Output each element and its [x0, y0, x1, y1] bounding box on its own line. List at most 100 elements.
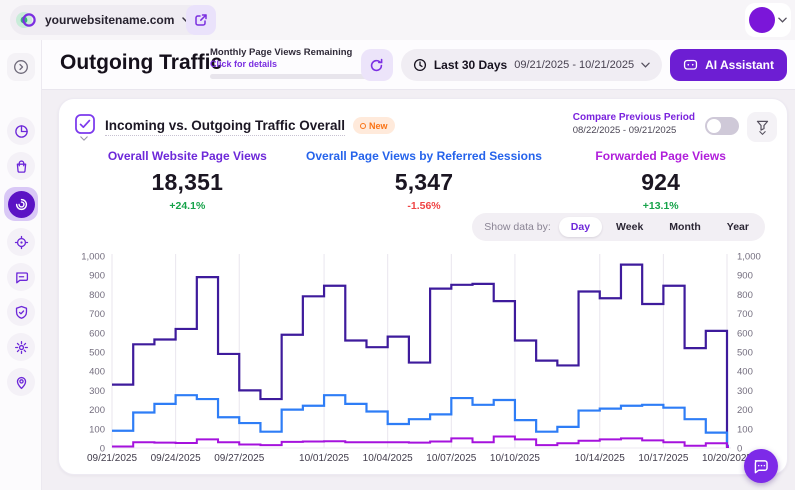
compare-previous-period: Compare Previous Period 08/22/2025 - 09/… [573, 112, 695, 136]
website-name: yourwebsitename.com [45, 13, 174, 27]
pie-chart-icon [14, 124, 29, 139]
sidebar-item-outgoing-traffic[interactable] [4, 187, 38, 221]
quota-label: Monthly Page Views Remaining [210, 47, 352, 58]
support-chat-fab[interactable] [744, 449, 778, 483]
tab-day[interactable]: Day [559, 217, 602, 237]
chat-bubble-icon [14, 270, 29, 285]
compare-toggle[interactable] [705, 117, 739, 135]
tab-year[interactable]: Year [715, 217, 761, 237]
show-data-by-label: Show data by: [484, 221, 551, 233]
sidebar-collapse-button[interactable] [7, 53, 35, 81]
svg-text:0: 0 [737, 444, 742, 455]
svg-text:500: 500 [737, 348, 753, 359]
badge-label: New [369, 121, 388, 131]
svg-text:900: 900 [737, 271, 753, 282]
sidebar [0, 40, 42, 490]
svg-text:1,000: 1,000 [737, 252, 761, 263]
svg-text:09/24/2025: 09/24/2025 [151, 453, 201, 464]
metric-value: 5,347 [306, 169, 543, 196]
page-header: Outgoing Traffic Monthly Page Views Rema… [42, 40, 795, 90]
metric-delta: +24.1% [69, 200, 306, 212]
chart-widget-icon [74, 113, 96, 135]
chevron-down-icon [759, 131, 766, 135]
sidebar-item-locations[interactable] [7, 368, 35, 396]
sidebar-item-store[interactable] [7, 152, 35, 180]
chevron-down-icon [641, 62, 650, 68]
svg-text:600: 600 [89, 328, 105, 339]
svg-text:09/21/2025: 09/21/2025 [87, 453, 137, 464]
sidebar-item-settings[interactable] [7, 333, 35, 361]
svg-text:10/01/2025: 10/01/2025 [299, 453, 349, 464]
traffic-chart-container: 09/21/2025 09/24/2025 09/27/2025 10/01/2025… [59, 245, 789, 473]
date-range-selector[interactable]: Last 30 Days 09/21/2025 - 10/21/2025 [401, 49, 662, 81]
svg-text:1,000: 1,000 [81, 252, 105, 263]
svg-text:100: 100 [89, 424, 105, 435]
compare-range: 08/22/2025 - 09/21/2025 [573, 125, 695, 136]
svg-text:700: 700 [737, 309, 753, 320]
filter-button[interactable] [747, 112, 777, 142]
metric-overall-website-page-views: Overall Website Page Views 18,351 +24.1% [69, 149, 306, 212]
metrics-row: Overall Website Page Views 18,351 +24.1%… [69, 149, 779, 212]
chevron-down-icon [778, 17, 787, 23]
website-selector[interactable]: yourwebsitename.com [10, 5, 204, 35]
clock-icon [413, 58, 427, 72]
ai-assistant-label: AI Assistant [705, 58, 774, 72]
svg-text:10/10/2025: 10/10/2025 [490, 453, 540, 464]
ai-assistant-button[interactable]: AI Assistant [670, 49, 787, 81]
header-controls: Last 30 Days 09/21/2025 - 10/21/2025 AI … [361, 49, 787, 81]
sidebar-item-analytics[interactable] [7, 117, 35, 145]
external-link-icon [194, 13, 208, 27]
metric-forwarded-page-views: Forwarded Page Views 924 +13.1% [542, 149, 779, 212]
svg-text:300: 300 [737, 386, 753, 397]
sidebar-item-messages[interactable] [7, 263, 35, 291]
metric-label: Overall Page Views by Referred Sessions [306, 149, 543, 163]
metric-delta: +13.1% [542, 200, 779, 212]
quota-progress-bar [210, 74, 374, 79]
sidebar-nav [0, 117, 42, 396]
open-website-button[interactable] [186, 5, 216, 35]
svg-text:10/04/2025: 10/04/2025 [363, 453, 413, 464]
user-menu[interactable] [745, 3, 791, 37]
metric-value: 18,351 [69, 169, 306, 196]
svg-text:09/27/2025: 09/27/2025 [214, 453, 264, 464]
traffic-step-chart: 09/21/2025 09/24/2025 09/27/2025 10/01/2025… [59, 245, 789, 473]
toggle-knob [707, 119, 721, 133]
sidebar-item-tracking[interactable] [7, 228, 35, 256]
active-item-circle [8, 191, 35, 218]
svg-text:10/17/2025: 10/17/2025 [638, 453, 688, 464]
svg-text:600: 600 [737, 328, 753, 339]
metric-referred-sessions-page-views: Overall Page Views by Referred Sessions … [306, 149, 543, 212]
chevron-down-icon[interactable] [80, 136, 88, 141]
svg-text:300: 300 [89, 386, 105, 397]
card-title[interactable]: Incoming vs. Outgoing Traffic Overall [105, 118, 345, 136]
shopping-bag-icon [14, 159, 29, 174]
tab-month[interactable]: Month [657, 217, 713, 237]
page-title: Outgoing Traffic [60, 51, 222, 75]
gear-icon [14, 340, 29, 355]
show-data-by-tabs: Show data by: Day Week Month Year [472, 213, 765, 241]
swirl-traffic-icon [14, 197, 29, 212]
compare-label: Compare Previous Period [573, 112, 695, 123]
quota-details-link[interactable]: Click for details [210, 59, 374, 69]
svg-text:200: 200 [89, 405, 105, 416]
quota-widget[interactable]: Monthly Page Views Remaining ∞ Click for… [210, 47, 374, 79]
map-pin-person-icon [14, 375, 29, 390]
metric-value: 924 [542, 169, 779, 196]
svg-text:800: 800 [89, 290, 105, 301]
traffic-overview-card: Incoming vs. Outgoing Traffic Overall Ne… [58, 98, 788, 475]
refresh-button[interactable] [361, 49, 393, 81]
svg-text:800: 800 [737, 290, 753, 301]
svg-text:400: 400 [89, 367, 105, 378]
funnel-icon [756, 120, 769, 131]
shield-check-icon [14, 305, 29, 320]
svg-text:100: 100 [737, 424, 753, 435]
range-dates: 09/21/2025 - 10/21/2025 [514, 59, 634, 71]
range-preset-label: Last 30 Days [434, 58, 507, 72]
user-avatar [749, 7, 775, 33]
sidebar-item-security[interactable] [7, 298, 35, 326]
metric-delta: -1.56% [306, 200, 543, 212]
svg-text:200: 200 [737, 405, 753, 416]
tab-week[interactable]: Week [604, 217, 655, 237]
ai-chat-icon [683, 59, 698, 72]
site-logo-icon [15, 9, 37, 31]
